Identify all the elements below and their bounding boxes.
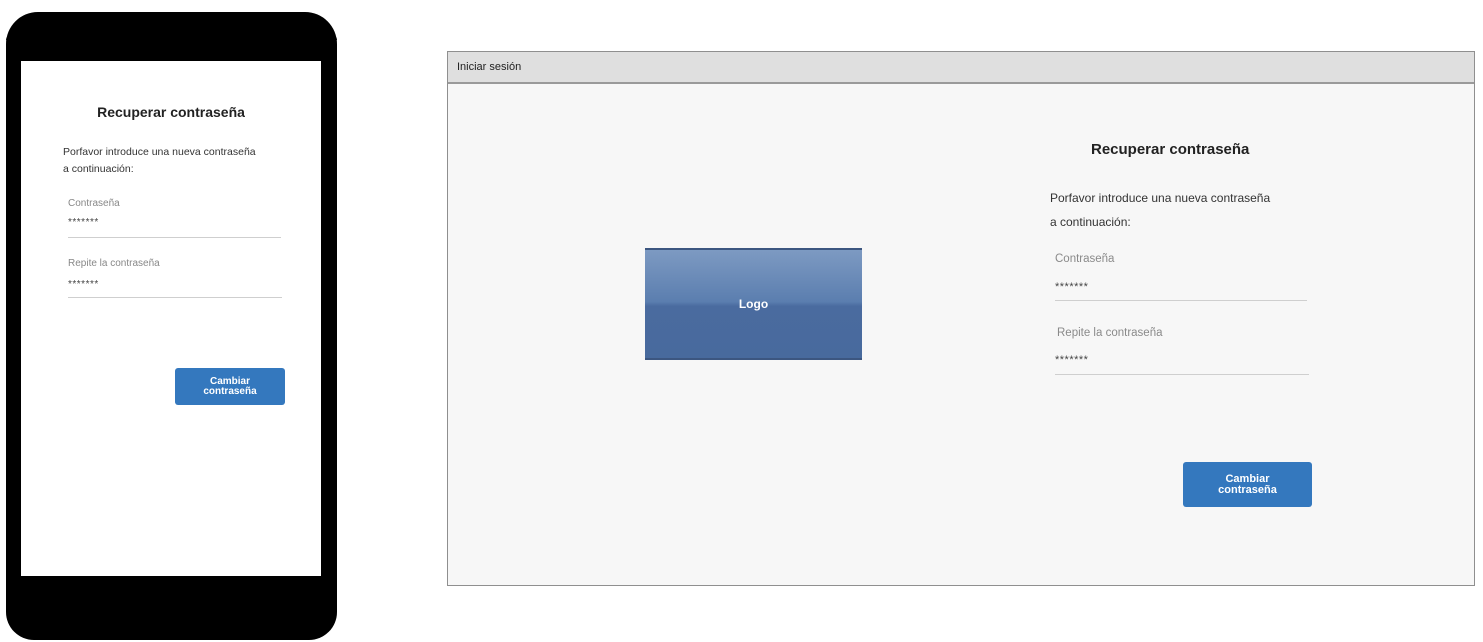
intro-line-2: a continuación: (63, 163, 134, 175)
password-field[interactable]: ******* (68, 217, 99, 228)
logo-label: Logo (738, 297, 769, 311)
password-label: Contraseña (68, 198, 120, 209)
password-field-underline (1055, 300, 1307, 301)
logo: Logo (645, 248, 862, 360)
phone-mockup: Recuperar contraseña Porfavor introduce … (6, 12, 337, 640)
desktop-window: Iniciar sesión Logo Recuperar contraseña… (447, 51, 1475, 586)
change-password-button[interactable]: Cambiar contraseña (175, 368, 285, 405)
page-title: Recuperar contraseña (1091, 141, 1250, 158)
repeat-password-field[interactable]: ******* (1055, 354, 1088, 366)
password-field[interactable]: ******* (1055, 281, 1088, 293)
intro-line-1: Porfavor introduce una nueva contraseña (1050, 191, 1271, 205)
repeat-password-field-underline (68, 297, 282, 298)
intro-line-2: a continuación: (1050, 215, 1131, 229)
page-title: Recuperar contraseña (97, 104, 245, 120)
password-field-underline (68, 237, 281, 238)
intro-text: Porfavor introduce una nueva contraseña … (1050, 186, 1310, 234)
repeat-password-field-underline (1055, 374, 1309, 375)
window-titlebar: Iniciar sesión (448, 52, 1474, 84)
intro-text: Porfavor introduce una nueva contraseña … (63, 144, 293, 178)
password-label: Contraseña (1055, 253, 1115, 265)
repeat-password-label: Repite la contraseña (1057, 327, 1163, 339)
window-title: Iniciar sesión (457, 61, 522, 73)
repeat-password-label: Repite la contraseña (68, 258, 160, 269)
intro-line-1: Porfavor introduce una nueva contraseña (63, 146, 256, 158)
phone-screen: Recuperar contraseña Porfavor introduce … (21, 61, 321, 576)
change-password-button[interactable]: Cambiar contraseña (1183, 462, 1312, 507)
repeat-password-field[interactable]: ******* (68, 279, 99, 290)
